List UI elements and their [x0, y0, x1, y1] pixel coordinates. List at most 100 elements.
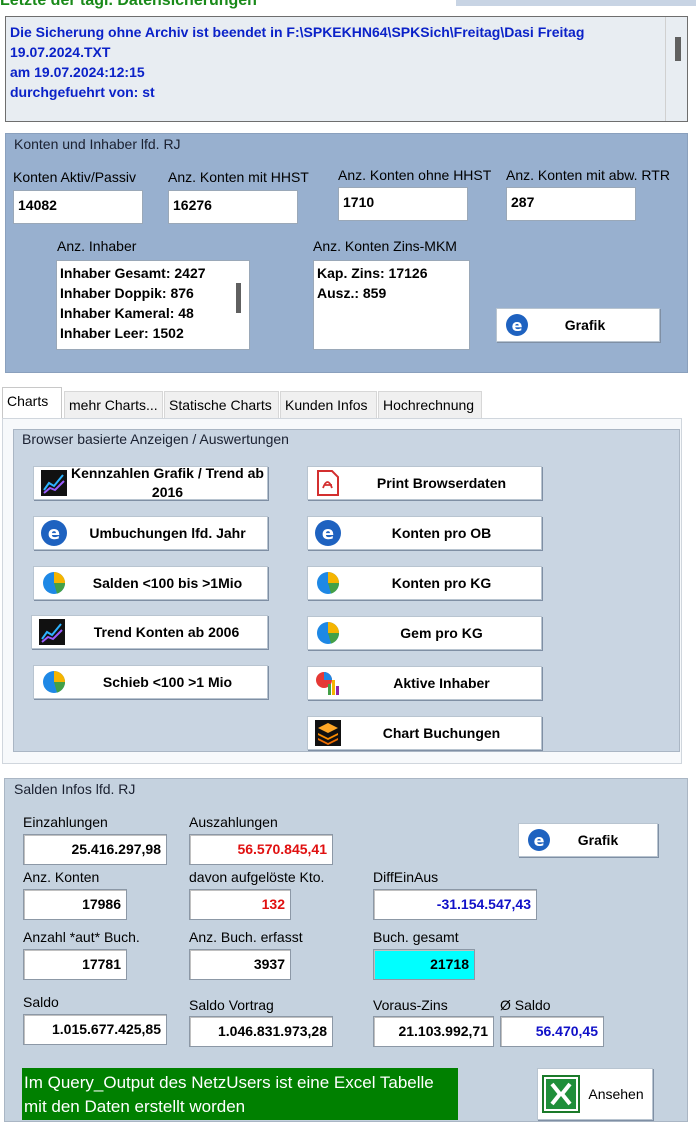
konten-aktiv-field[interactable]: 14082: [13, 190, 143, 224]
chart-buchungen-button[interactable]: Chart Buchungen: [307, 716, 542, 750]
zins-mkm-label: Anz. Konten Zins-MKM: [313, 238, 457, 254]
umbuchungen-label: Umbuchungen lfd. Jahr: [89, 524, 246, 541]
log-scrollbar[interactable]: [665, 17, 687, 121]
section-title-backups: Letzte der tägl. Datensicherungen: [0, 0, 257, 9]
salden-button[interactable]: Salden <100 bis >1Mio: [33, 566, 268, 600]
list-item: Kap. Zins: 17126: [317, 265, 428, 281]
konten-ohne-hhst-field[interactable]: 1710: [338, 187, 468, 221]
erfasst-label: Anz. Buch. erfasst: [189, 929, 303, 945]
saldo-vortrag-label: Saldo Vortrag: [189, 997, 274, 1013]
tab-statische-charts[interactable]: Statische Charts: [164, 391, 279, 419]
anz-konten-label: Anz. Konten: [23, 869, 100, 885]
tab-charts[interactable]: Charts: [2, 387, 62, 419]
einzahlungen-field[interactable]: 25.416.297,98: [23, 834, 167, 865]
konten-pro-ob-button[interactable]: e Konten pro OB: [307, 516, 542, 550]
erfasst-field[interactable]: 3937: [189, 949, 291, 980]
bar-pie-chart-icon: [314, 669, 342, 697]
einzahlungen-label: Einzahlungen: [23, 814, 108, 830]
tab-kunden-infos[interactable]: Kunden Infos: [280, 391, 377, 419]
pdf-icon: [314, 469, 342, 497]
aktive-inhaber-button[interactable]: Aktive Inhaber: [307, 666, 542, 700]
pie-chart-icon: [40, 569, 68, 597]
inhaber-scrollbar-thumb[interactable]: [236, 283, 241, 313]
salden-grafik-button[interactable]: e Grafik: [518, 823, 658, 857]
log-line: Die Sicherung ohne Archiv ist beendet in…: [10, 24, 585, 40]
auszahlungen-label: Auszahlungen: [189, 814, 278, 830]
trend-chart-icon: [40, 469, 68, 497]
zins-mkm-listbox[interactable]: Kap. Zins: 17126 Ausz.: 859: [313, 260, 470, 350]
konten-abw-rtr-field[interactable]: 287: [506, 187, 636, 221]
gem-pro-kg-button[interactable]: Gem pro KG: [307, 616, 542, 650]
aut-buch-label: Anzahl *aut* Buch.: [23, 929, 140, 945]
log-line: am 19.07.2024:12:15: [10, 64, 145, 80]
konten-aktiv-label: Konten Aktiv/Passiv: [13, 169, 136, 185]
print-browserdaten-label: Print Browserdaten: [376, 474, 507, 491]
avg-saldo-label: Ø Saldo: [500, 997, 551, 1013]
tab-strip: Charts mehr Charts... Statische Charts K…: [0, 387, 696, 419]
browser-e-icon: e: [503, 311, 531, 339]
diff-label: DiffEinAus: [373, 869, 439, 885]
schieb-label: Schieb <100 >1 Mio: [102, 673, 233, 690]
salden-panel-title: Salden Infos lfd. RJ: [14, 781, 136, 797]
voraus-zins-field[interactable]: 21.103.992,71: [373, 1016, 494, 1047]
konten-ohne-hhst-label: Anz. Konten ohne HHST: [338, 167, 492, 183]
layers-icon: [314, 719, 342, 747]
konten-pro-ob-label: Konten pro OB: [391, 524, 492, 541]
gem-pro-kg-label: Gem pro KG: [400, 624, 483, 641]
konten-hhst-label: Anz. Konten mit HHST: [168, 169, 309, 185]
top-bar: [456, 0, 696, 6]
konten-abw-rtr-label: Anz. Konten mit abw. RTR: [506, 167, 670, 183]
buch-gesamt-label: Buch. gesamt: [373, 929, 459, 945]
konten-grafik-button[interactable]: e Grafik: [496, 308, 660, 342]
chart-buchungen-label: Chart Buchungen: [382, 724, 501, 741]
aut-buch-field[interactable]: 17781: [23, 949, 127, 980]
kennzahlen-grafik-button[interactable]: Kennzahlen Grafik / Trend ab 2016: [33, 465, 268, 500]
trend-konten-label: Trend Konten ab 2006: [93, 623, 240, 640]
konten-pro-kg-label: Konten pro KG: [391, 574, 492, 591]
saldo-field[interactable]: 1.015.677.425,85: [23, 1014, 167, 1045]
saldo-label: Saldo: [23, 994, 59, 1010]
list-item: Inhaber Kameral: 48: [60, 305, 194, 321]
ansehen-label: Ansehen: [588, 1085, 644, 1102]
log-scrollbar-thumb[interactable]: [675, 37, 681, 61]
konten-pro-kg-button[interactable]: Konten pro KG: [307, 566, 542, 600]
list-item: Ausz.: 859: [317, 285, 387, 301]
pie-chart-icon: [40, 668, 68, 696]
schieb-button[interactable]: Schieb <100 >1 Mio: [33, 665, 268, 699]
aktive-inhaber-label: Aktive Inhaber: [393, 674, 490, 691]
tab-hochrechnung[interactable]: Hochrechnung: [378, 391, 482, 419]
salden-label: Salden <100 bis >1Mio: [92, 574, 243, 591]
konten-hhst-field[interactable]: 16276: [168, 190, 298, 224]
backup-log-textbox[interactable]: Die Sicherung ohne Archiv ist beendet in…: [5, 16, 688, 122]
voraus-zins-label: Voraus-Zins: [373, 997, 448, 1013]
auszahlungen-field[interactable]: 56.570.845,41: [189, 834, 333, 865]
pie-chart-icon: [314, 569, 342, 597]
list-item: Inhaber Leer: 1502: [60, 325, 184, 341]
saldo-vortrag-field[interactable]: 1.046.831.973,28: [189, 1016, 333, 1047]
inhaber-listbox[interactable]: Inhaber Gesamt: 2427 Inhaber Doppik: 876…: [56, 260, 250, 350]
aufgeloest-label: davon aufgelöste Kto.: [189, 869, 325, 885]
aufgeloest-field[interactable]: 132: [189, 889, 291, 920]
anz-konten-field[interactable]: 17986: [23, 889, 127, 920]
umbuchungen-button[interactable]: e Umbuchungen lfd. Jahr: [33, 516, 268, 550]
avg-saldo-field[interactable]: 56.470,45: [500, 1016, 604, 1047]
tab-mehr-charts[interactable]: mehr Charts...: [64, 391, 163, 419]
konten-grafik-label: Grafik: [564, 316, 606, 333]
excel-info-note: Im Query_Output des NetzUsers ist eine E…: [22, 1068, 458, 1120]
salden-grafik-label: Grafik: [577, 831, 619, 848]
browser-group-title: Browser basierte Anzeigen / Auswertungen: [22, 431, 289, 447]
browser-e-icon: e: [314, 519, 342, 547]
ansehen-button[interactable]: Ansehen: [537, 1068, 653, 1120]
inhaber-label: Anz. Inhaber: [57, 238, 137, 254]
pie-chart-icon: [314, 619, 342, 647]
excel-icon: [542, 1075, 580, 1113]
trend-konten-button[interactable]: Trend Konten ab 2006: [31, 615, 268, 649]
diff-field[interactable]: -31.154.547,43: [373, 889, 537, 920]
log-line: 19.07.2024.TXT: [10, 44, 111, 60]
browser-e-icon: e: [40, 519, 68, 547]
trend-chart-icon: [38, 618, 66, 646]
print-browserdaten-button[interactable]: Print Browserdaten: [307, 466, 542, 500]
list-item: Inhaber Doppik: 876: [60, 285, 194, 301]
buch-gesamt-field[interactable]: 21718: [373, 949, 475, 980]
browser-e-icon: e: [525, 826, 553, 854]
